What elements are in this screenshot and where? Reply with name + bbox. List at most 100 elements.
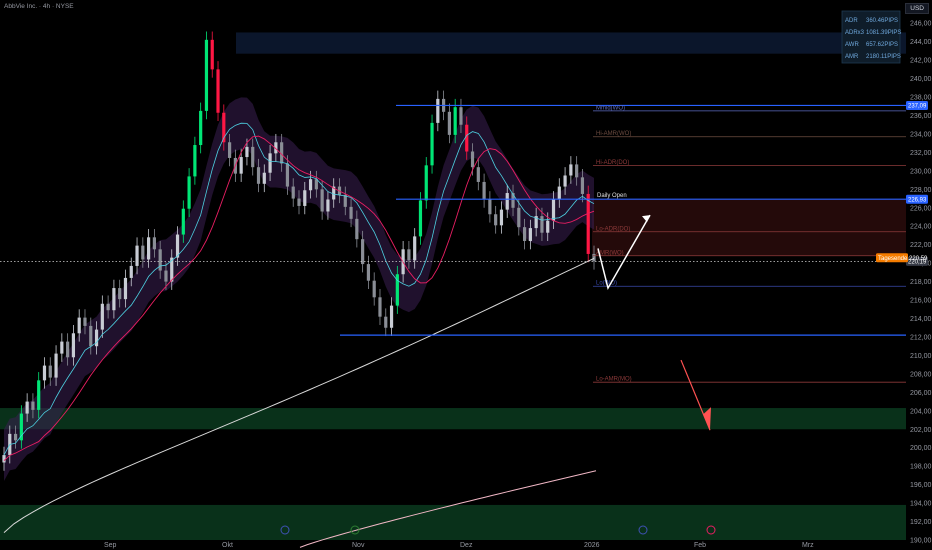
candle-body	[48, 365, 52, 378]
candle-body	[106, 303, 110, 311]
x-tick-label: Nov	[352, 542, 365, 549]
x-tick-label: Dez	[460, 542, 473, 549]
candle-body	[152, 237, 156, 250]
candle-body	[83, 317, 87, 326]
candle-body	[37, 380, 41, 410]
zone-green-3	[0, 504, 906, 540]
y-tick-label: 230,00	[910, 168, 932, 175]
candle-body	[123, 277, 128, 300]
zone-red-1	[592, 199, 906, 256]
candle-body	[54, 353, 58, 378]
y-tick-label: 222,00	[910, 242, 932, 249]
candle-body	[268, 153, 272, 173]
candle-body	[540, 216, 544, 233]
candle-body	[430, 122, 434, 166]
candle-body	[31, 401, 35, 410]
candle-body	[546, 220, 550, 233]
level-label: Daily Open	[597, 193, 627, 199]
level-label: Hi-ADR(DO)	[596, 160, 629, 166]
candle-body	[407, 249, 411, 261]
candle-body	[511, 193, 515, 208]
y-tick-label: 196,00	[910, 482, 932, 489]
stats-value: 360.46PIPS	[866, 18, 898, 24]
candle-body	[528, 228, 532, 242]
candle-body	[424, 165, 428, 201]
candle-body	[216, 69, 220, 113]
y-tick-label: 192,00	[910, 519, 932, 526]
candle-body	[384, 316, 388, 328]
candle-body	[129, 265, 133, 278]
candle-body	[13, 433, 18, 441]
stats-value: 1081.39PIPS	[866, 30, 901, 36]
candle-body	[118, 288, 122, 300]
y-tick-label: 216,00	[910, 298, 932, 305]
candle-body	[239, 157, 243, 174]
candle-body	[25, 401, 29, 414]
zone-green-2	[0, 408, 906, 430]
candle-body	[71, 333, 76, 358]
y-tick-label: 204,00	[910, 408, 932, 415]
candle-body	[413, 236, 417, 261]
y-tick-label: 244,00	[910, 39, 932, 46]
price-chart[interactable]: Mmid(WO) Hi-AMR(WO) Hi-ADR(DO) Daily Open Lo…	[0, 0, 932, 550]
candle-body	[355, 218, 359, 240]
candle-body	[199, 110, 203, 146]
y-tick-label: 200,00	[910, 445, 932, 452]
currency-button[interactable]: USD	[905, 3, 929, 14]
candle-body	[505, 193, 509, 210]
y-tick-label: 228,00	[910, 187, 932, 194]
level-label: Lo-AMR(MO)	[596, 377, 632, 383]
candle-body	[245, 146, 249, 158]
y-tick-label: 236,00	[910, 113, 932, 120]
candle-body	[60, 341, 64, 354]
candle-body	[465, 124, 469, 152]
candle-body	[314, 179, 318, 190]
candle-body	[326, 199, 330, 212]
stats-label: ADRx3	[845, 30, 865, 36]
candle-body	[291, 186, 295, 199]
y-tick-label: 214,00	[910, 316, 932, 323]
candle-body	[187, 176, 191, 209]
candle-body	[251, 146, 255, 168]
candle-body	[389, 305, 394, 328]
stats-label: AMR	[845, 54, 859, 60]
candle-body	[181, 208, 185, 235]
level-label: Mmid(WO)	[596, 105, 625, 111]
zone-blue-0	[236, 32, 906, 54]
x-tick-label: Okt	[222, 542, 233, 549]
candle-body	[459, 107, 463, 125]
candle-body	[488, 199, 492, 215]
candle-body	[297, 198, 301, 206]
y-tick-label: 240,00	[910, 76, 932, 83]
candle-body	[349, 206, 353, 219]
x-tick-label: 2026	[584, 542, 600, 549]
y-tick-label: 226,00	[910, 205, 932, 212]
x-tick-label: Mrz	[802, 542, 814, 549]
y-tick-label: 242,00	[910, 58, 932, 65]
candle-body	[89, 325, 93, 347]
candle-body	[135, 245, 139, 266]
level-label: Hi-AMR(WO)	[596, 131, 631, 137]
candle-body	[204, 39, 209, 111]
y-tick-label: 234,00	[910, 131, 932, 138]
stats-label: AWR	[845, 42, 859, 48]
candle-body	[476, 167, 480, 182]
chart-canvas[interactable]: Mmid(WO) Hi-AMR(WO) Hi-ADR(DO) Daily Open Lo…	[0, 0, 932, 550]
y-tick-label: 232,00	[910, 150, 932, 157]
candle-body	[517, 207, 521, 228]
price-badge-label: 237,09	[908, 104, 927, 110]
level-label: Lo-ADR(DO)	[596, 226, 630, 232]
candle-body	[210, 39, 214, 70]
candle-body	[66, 341, 70, 358]
y-tick-label: 190,00	[910, 538, 932, 545]
candle-body	[470, 151, 475, 168]
price-badge-label: 226,93	[908, 197, 927, 203]
chart-title: AbbVie Inc. · 4h · NYSE	[4, 3, 74, 10]
y-tick-label: 206,00	[910, 390, 932, 397]
candle-body	[580, 177, 585, 194]
y-tick-label: 218,00	[910, 279, 932, 286]
candle-body	[482, 181, 486, 200]
y-tick-label: 208,00	[910, 371, 932, 378]
candle-body	[303, 190, 307, 206]
candle-body	[42, 365, 47, 381]
